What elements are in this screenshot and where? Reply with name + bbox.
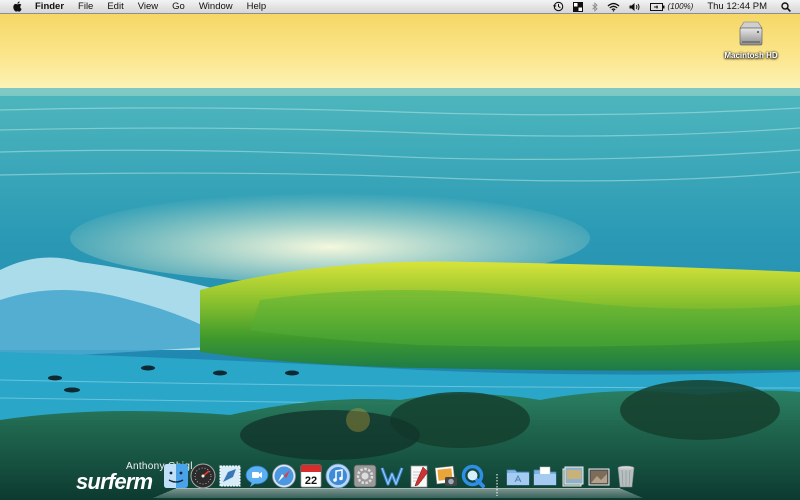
ical-icon: 22	[300, 464, 322, 488]
wifi-icon[interactable]	[607, 2, 620, 12]
desktop-icon-label: Macintosh HD	[724, 51, 778, 60]
menu-help[interactable]: Help	[240, 0, 274, 14]
dock-safari[interactable]	[271, 463, 297, 489]
dashboard-icon	[190, 463, 216, 489]
menu-go[interactable]: Go	[165, 0, 192, 14]
dock-shelf	[153, 487, 643, 498]
dock-pictures-stack[interactable]	[586, 463, 612, 489]
textedit-icon	[410, 465, 429, 488]
dock: 22	[153, 462, 643, 498]
dock-ical[interactable]: 22	[298, 463, 324, 489]
apple-menu-icon[interactable]	[12, 1, 22, 12]
spotlight-search-icon[interactable]	[781, 1, 791, 12]
dock-trash[interactable]	[613, 463, 639, 489]
brand-watermark: surferm	[76, 469, 153, 494]
dock-word[interactable]	[379, 463, 405, 489]
volume-icon[interactable]	[629, 2, 641, 12]
battery-status[interactable]: (100%)	[649, 0, 694, 14]
bluetooth-icon[interactable]	[591, 1, 598, 12]
desktop-wallpaper	[0, 0, 800, 500]
pictures-stack-icon	[588, 468, 610, 486]
applications-folder-icon	[506, 469, 530, 486]
dock-ichat[interactable]	[244, 463, 270, 489]
dock-applications-folder[interactable]	[505, 463, 531, 489]
word-icon	[380, 467, 404, 486]
desktop-icon-macintosh-hd[interactable]: Macintosh HD	[720, 20, 782, 60]
hard-drive-icon	[739, 21, 763, 46]
dock-documents-folder[interactable]	[532, 463, 558, 489]
dock-system-preferences[interactable]	[352, 463, 378, 489]
downloads-stack-icon	[562, 466, 584, 487]
finder-icon	[164, 464, 188, 488]
menu-bar: Finder File Edit View Go Window Help (10…	[0, 0, 800, 14]
safari-icon	[272, 464, 296, 488]
dock-textedit[interactable]	[406, 463, 432, 489]
menu-file[interactable]: File	[71, 0, 100, 14]
quicktime-icon	[461, 464, 485, 488]
system-preferences-icon	[353, 464, 377, 488]
iphoto-icon	[434, 465, 457, 486]
menu-app-finder[interactable]: Finder	[31, 0, 71, 14]
menu-clock[interactable]: Thu 12:44 PM	[707, 0, 767, 14]
spaces-icon[interactable]	[572, 1, 583, 12]
itunes-icon	[325, 463, 351, 489]
menu-window[interactable]: Window	[192, 0, 240, 14]
menu-view[interactable]: View	[131, 0, 165, 14]
dock-itunes[interactable]	[325, 463, 351, 489]
dock-separator	[496, 474, 498, 496]
dock-finder[interactable]	[163, 463, 189, 489]
menu-edit[interactable]: Edit	[100, 0, 130, 14]
ical-date: 22	[305, 475, 317, 487]
trash-icon	[617, 465, 635, 488]
battery-plug-icon	[649, 2, 665, 11]
dock-mail[interactable]	[217, 463, 243, 489]
dock-iphoto[interactable]	[433, 463, 459, 489]
documents-folder-icon	[533, 466, 557, 486]
menu-extras: (100%) Thu 12:44 PM	[544, 0, 800, 14]
dock-quicktime[interactable]	[460, 463, 486, 489]
dock-downloads-stack[interactable]	[559, 463, 585, 489]
mail-icon	[219, 465, 241, 487]
time-machine-icon[interactable]	[552, 1, 564, 12]
ichat-icon	[245, 465, 269, 487]
dock-dashboard[interactable]	[190, 463, 216, 489]
battery-percentage: (100%)	[667, 1, 694, 11]
